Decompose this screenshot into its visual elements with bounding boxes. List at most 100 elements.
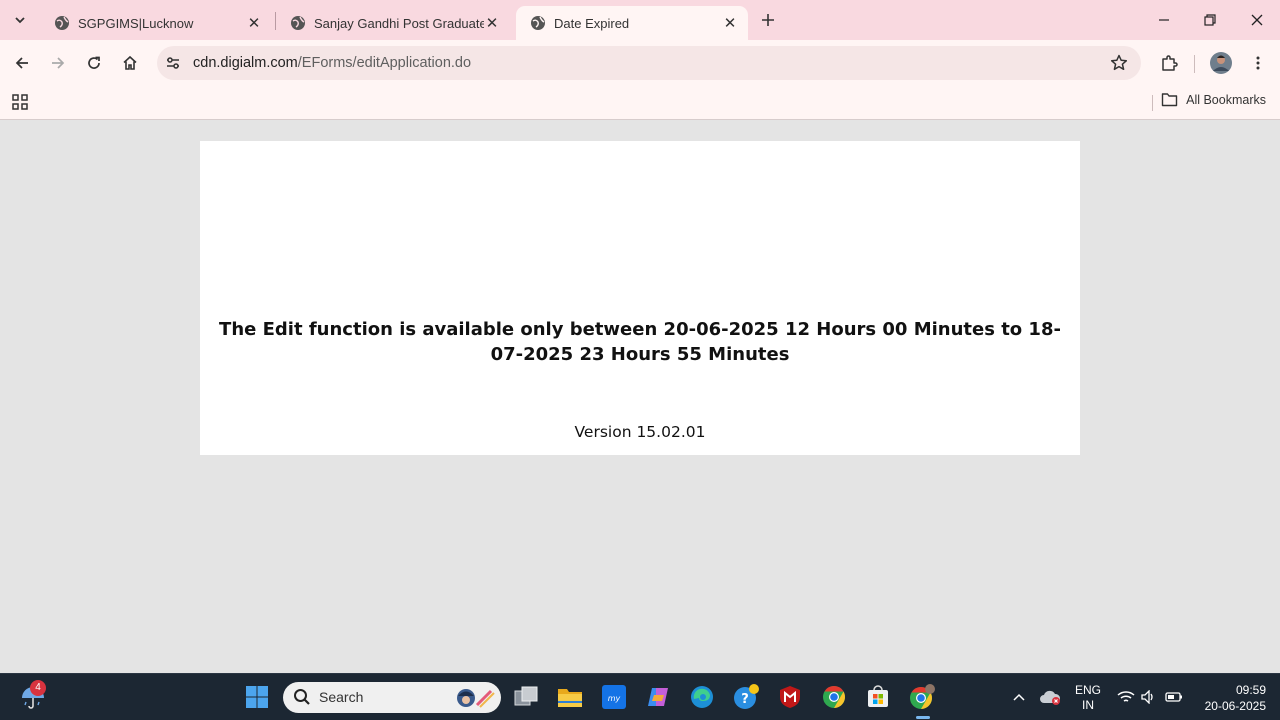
battery-icon [1165,692,1182,702]
task-view-button[interactable] [512,683,540,711]
file-explorer-button[interactable] [556,683,584,711]
copilot-icon [648,688,668,706]
clock-time: 09:59 [1235,683,1266,697]
active-app-indicator [916,716,930,719]
close-icon [1251,14,1263,26]
myhp-button[interactable]: my [600,683,628,711]
bookmarks-bar: All Bookmarks [0,86,1280,120]
tab-date-expired[interactable]: Date Expired ✕ [516,6,748,40]
taskbar-clock[interactable]: 09:59 20-06-2025 [1194,682,1266,714]
close-icon[interactable]: ✕ [484,15,500,32]
language-code: ENG [1074,683,1101,697]
site-info-button[interactable] [163,53,183,73]
page-content: The Edit function is available only betw… [0,121,1280,673]
chrome-button[interactable] [820,683,848,711]
new-tab-button[interactable] [758,10,778,30]
bookmarks-divider [1152,95,1153,111]
chevron-down-icon [15,17,25,24]
tab-title: SGPGIMS|Lucknow [78,15,194,31]
mcafee-shield-icon [780,686,800,708]
home-button[interactable] [118,51,142,75]
windows-icon [246,686,268,708]
show-hidden-icons-button[interactable] [1005,683,1033,711]
myhp-icon: my [602,685,626,709]
version-text: Version 15.02.01 [574,423,706,441]
globe-icon [55,16,69,30]
restore-button[interactable] [1198,8,1222,32]
store-icon [868,685,888,707]
reload-button[interactable] [82,51,106,75]
url-path: /EForms/editApplication.do [297,55,472,71]
all-bookmarks-button[interactable]: All Bookmarks [1161,92,1266,107]
search-label: Search [319,689,364,705]
globe-icon [291,16,305,30]
url-text[interactable]: cdn.digialm.com/EForms/editApplication.d… [193,55,471,71]
forward-button[interactable] [46,51,70,75]
tab-sgpgims-lucknow[interactable]: SGPGIMS|Lucknow ✕ [40,6,272,40]
chevron-up-icon [1013,693,1025,701]
clock-date: 20-06-2025 [1204,699,1266,713]
tab-search-button[interactable] [8,8,32,32]
wifi-icon [1117,691,1135,702]
tab-title: Sanjay Gandhi Post Graduate In [314,15,484,31]
speaker-icon [1141,690,1153,704]
search-highlight-icon [457,689,495,708]
minimize-button[interactable] [1152,8,1176,32]
message-card: The Edit function is available only betw… [200,141,1080,455]
svg-text:my: my [608,694,621,703]
help-icon: ? [734,684,759,709]
star-icon[interactable] [1109,53,1129,73]
tab-sanjay-gandhi[interactable]: Sanjay Gandhi Post Graduate In ✕ [276,6,510,40]
edge-icon [691,686,713,708]
chrome-icon [823,686,845,708]
tab-title: Date Expired [554,15,630,31]
reload-icon [88,56,100,69]
minimize-icon [1159,19,1169,21]
weather-badge: 4 [30,680,46,696]
language-region: IN [1082,698,1094,712]
cloud-icon [1040,690,1061,705]
taskbar-search[interactable]: Search [283,682,501,713]
task-view-icon [514,686,538,706]
arrow-left-icon [15,57,28,69]
arrow-right-icon [52,57,65,69]
onedrive-button[interactable] [1036,683,1064,711]
menu-button[interactable] [1246,51,1270,75]
kebab-menu-icon [1256,56,1260,70]
get-help-button[interactable]: ? [732,683,760,711]
profile-avatar[interactable] [1209,51,1233,75]
all-bookmarks-label: All Bookmarks [1186,92,1266,107]
avatar-icon [1210,52,1232,74]
close-window-button[interactable] [1245,8,1269,32]
language-indicator[interactable]: ENG IN [1074,683,1102,713]
close-icon[interactable]: ✕ [246,15,262,32]
chrome-icon [910,684,935,709]
volume-button[interactable] [1134,683,1162,711]
search-icon [294,689,310,705]
chrome-profile-button[interactable] [908,683,936,711]
apps-grid-icon[interactable] [11,93,29,111]
puzzle-icon [1162,55,1178,71]
taskbar: 4 Search my ? ENG IN 09:59 20-06-2025 [0,673,1280,720]
url-host: cdn.digialm.com [193,55,298,71]
globe-icon [531,16,545,30]
plus-icon [762,14,774,26]
back-button[interactable] [10,51,34,75]
restore-icon [1204,14,1216,26]
start-button[interactable] [243,683,271,711]
tune-icon [167,57,179,69]
close-icon[interactable]: ✕ [722,15,738,32]
tab-strip: SGPGIMS|Lucknow ✕ Sanjay Gandhi Post Gra… [0,0,1280,40]
extensions-button[interactable] [1157,51,1181,75]
edit-window-message: The Edit function is available only betw… [219,319,1061,365]
edge-button[interactable] [688,683,716,711]
folder-icon [558,689,582,707]
copilot-button[interactable] [644,683,672,711]
address-bar[interactable]: cdn.digialm.com/EForms/editApplication.d… [157,46,1141,80]
store-button[interactable] [864,683,892,711]
toolbar-divider [1194,55,1195,73]
mcafee-button[interactable] [776,683,804,711]
home-icon [123,55,137,70]
battery-button[interactable] [1160,683,1188,711]
folder-icon [1161,93,1178,107]
